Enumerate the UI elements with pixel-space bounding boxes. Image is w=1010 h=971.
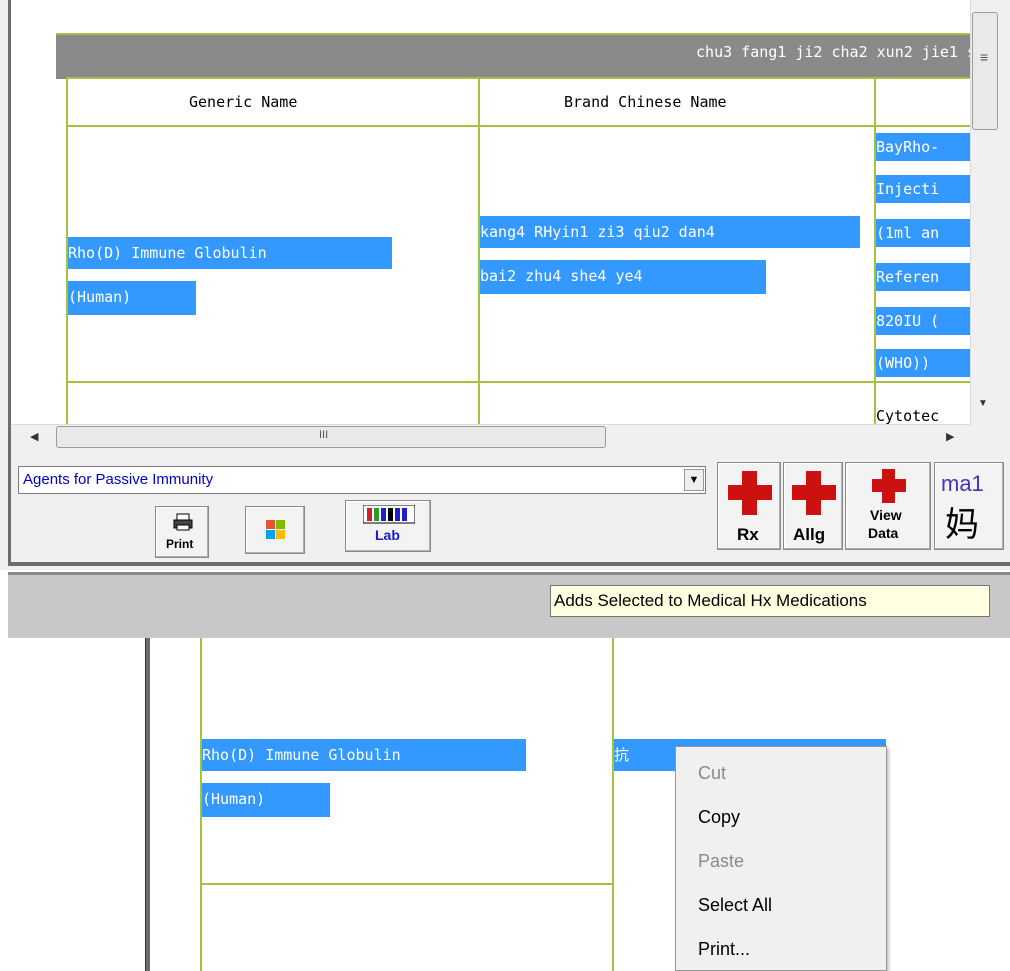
category-dropdown[interactable]: Agents for Passive Immunity ▼ bbox=[18, 466, 706, 494]
generic-name-cell[interactable] bbox=[66, 381, 480, 424]
third-column-line: (1ml an bbox=[876, 219, 971, 247]
generic-name-line: Rho(D) Immune Globulin bbox=[202, 739, 526, 771]
lower-window-left-border bbox=[145, 638, 150, 971]
allergy-button-label: Allg bbox=[793, 525, 826, 544]
column-header-brand-chinese-name: Brand Chinese Name bbox=[478, 77, 876, 127]
menu-item-cut[interactable]: Cut bbox=[698, 763, 726, 784]
menu-item-copy[interactable]: Copy bbox=[698, 807, 740, 828]
red-cross-icon bbox=[792, 485, 836, 500]
vertical-scroll-thumb[interactable]: ≡ bbox=[972, 12, 998, 130]
drug-table-view[interactable]: chu3 fang1 ji2 cha2 xun2 jie1 s Generic … bbox=[11, 0, 971, 424]
view-label: View bbox=[870, 507, 902, 523]
column-header-label: Generic Name bbox=[189, 93, 298, 111]
generic-name-line: Rho(D) Immune Globulin bbox=[68, 237, 392, 269]
brand-name-cell[interactable] bbox=[478, 381, 876, 424]
data-label: Data bbox=[868, 525, 899, 541]
rx-button-label: Rx bbox=[737, 525, 759, 544]
category-dropdown-value: Agents for Passive Immunity bbox=[23, 471, 214, 488]
scroll-left-arrow-icon[interactable]: ◀ bbox=[30, 430, 38, 443]
view-data-button[interactable]: View Data bbox=[845, 462, 931, 550]
hanzi-label: 妈 bbox=[945, 505, 979, 545]
pinyin-button[interactable]: ma1 妈 bbox=[934, 462, 1004, 550]
column-header-generic-name: Generic Name bbox=[66, 77, 480, 127]
lab-button[interactable]: Lab bbox=[345, 500, 431, 552]
menu-item-select-all[interactable]: Select All bbox=[698, 895, 772, 916]
third-column-line: Cytotec bbox=[876, 407, 940, 424]
printer-icon bbox=[173, 513, 193, 531]
pinyin-label: ma1 bbox=[941, 471, 984, 496]
red-cross-icon bbox=[872, 479, 906, 492]
third-column-line: 820IU ( bbox=[876, 307, 971, 335]
third-column-cell[interactable]: Cytotec bbox=[874, 381, 971, 424]
third-column-cell[interactable]: BayRho- Injecti (1ml an Referen 820IU ( … bbox=[874, 125, 971, 383]
third-column-line: Referen bbox=[876, 263, 971, 291]
print-button[interactable]: Print bbox=[155, 506, 209, 558]
generic-name-cell[interactable]: Rho(D) Immune Globulin (Human) bbox=[66, 125, 480, 383]
menu-item-paste[interactable]: Paste bbox=[698, 851, 744, 872]
rx-button[interactable]: Rx bbox=[717, 462, 781, 550]
dropdown-arrow-icon[interactable]: ▼ bbox=[684, 469, 704, 491]
grip-icon: ≡ bbox=[980, 49, 989, 65]
windows-button[interactable] bbox=[245, 506, 305, 554]
scroll-down-arrow-icon[interactable]: ▼ bbox=[978, 398, 988, 409]
third-column-line: (WHO)) bbox=[876, 349, 971, 377]
generic-name-line: (Human) bbox=[68, 281, 196, 315]
column-header-label: Brand Chinese Name bbox=[564, 93, 727, 111]
third-column-line: Injecti bbox=[876, 175, 971, 203]
horizontal-scroll-thumb[interactable]: III bbox=[56, 426, 606, 448]
tooltip: Adds Selected to Medical Hx Medications bbox=[550, 585, 990, 617]
brand-name-line: bai2 zhu4 she4 ye4 bbox=[480, 260, 766, 294]
brand-name-cell[interactable]: kang4 RHyin1 zi3 qiu2 dan4 bai2 zhu4 she… bbox=[478, 125, 876, 383]
table-title-bar: chu3 fang1 ji2 cha2 xun2 jie1 s bbox=[56, 33, 971, 79]
lab-button-label: Lab bbox=[375, 527, 400, 543]
grip-icon: III bbox=[319, 429, 329, 441]
scroll-right-arrow-icon[interactable]: ▶ bbox=[946, 430, 954, 443]
print-button-label: Print bbox=[166, 537, 194, 551]
table-title: chu3 fang1 ji2 cha2 xun2 jie1 s bbox=[696, 43, 971, 61]
menu-item-print[interactable]: Print... bbox=[698, 939, 750, 960]
lab-chart-icon bbox=[363, 505, 415, 524]
red-cross-icon bbox=[728, 485, 772, 500]
table-gridline bbox=[612, 638, 614, 971]
allergy-button[interactable]: Allg bbox=[783, 462, 843, 550]
third-column-line: BayRho- bbox=[876, 133, 971, 161]
column-header-third bbox=[874, 77, 971, 127]
window-bottom-border bbox=[8, 562, 1010, 566]
windows-logo-icon bbox=[266, 520, 285, 539]
context-menu: Cut Copy Paste Select All Print... bbox=[675, 746, 887, 971]
table-gridline bbox=[200, 883, 614, 885]
brand-name-line: kang4 RHyin1 zi3 qiu2 dan4 bbox=[480, 216, 860, 248]
generic-name-line: (Human) bbox=[202, 783, 330, 817]
